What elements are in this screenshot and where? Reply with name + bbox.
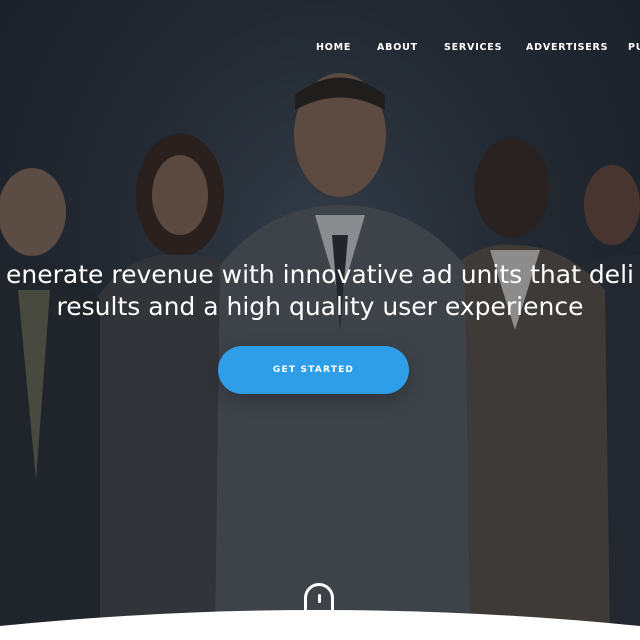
hero-headline-line2: results and a high quality user experien… [56,292,584,321]
nav-services[interactable]: SERVICES [444,42,502,53]
hero-headline-line1: enerate revenue with innovative ad units… [6,260,634,289]
nav-about[interactable]: ABOUT [377,42,418,53]
nav-publishers[interactable]: PU [628,42,640,53]
hero-section: HOME ABOUT SERVICES ADVERTISERS PU enera… [0,0,640,640]
nav-advertisers[interactable]: ADVERTISERS [526,42,608,53]
nav-home[interactable]: HOME [316,42,351,53]
get-started-button[interactable]: GET STARTED [218,346,409,394]
main-nav: HOME ABOUT SERVICES ADVERTISERS PU [0,42,640,58]
section-curve-divider [0,610,640,640]
